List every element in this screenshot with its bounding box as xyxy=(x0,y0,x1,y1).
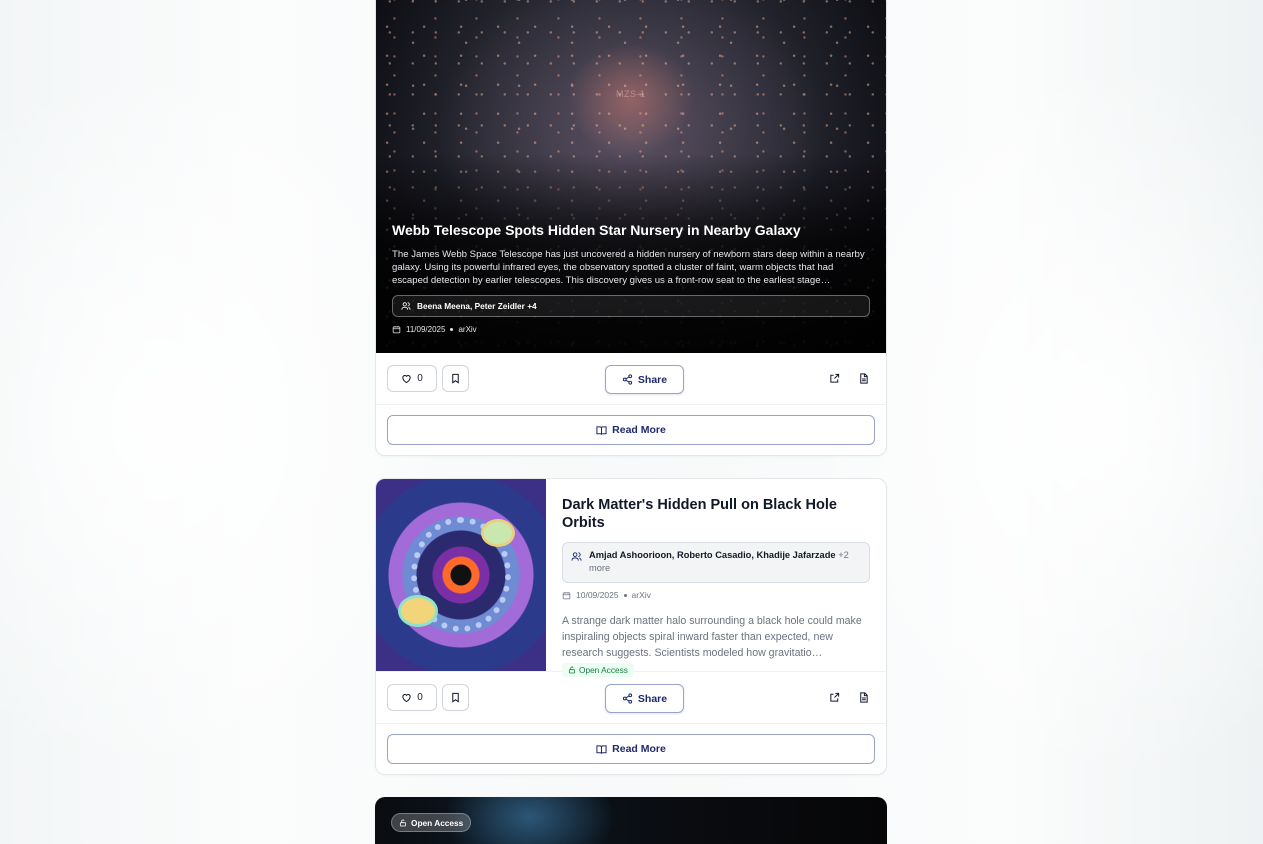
action-bar: 0 Share xyxy=(376,672,886,724)
read-more-row: Read More xyxy=(376,405,886,455)
pdf-button[interactable] xyxy=(856,371,870,385)
book-open-icon xyxy=(596,744,607,755)
meta-separator xyxy=(623,593,627,597)
open-access-badge: Open Access xyxy=(391,813,472,832)
article-title[interactable]: Dark Matter's Hidden Pull on Black Hole … xyxy=(562,496,870,532)
pdf-button[interactable] xyxy=(856,690,870,704)
article-meta: 10/09/2025 arXiv xyxy=(562,590,870,600)
hero-overlay: Webb Telescope Spots Hidden Star Nursery… xyxy=(392,221,870,334)
article-content: Dark Matter's Hidden Pull on Black Hole … xyxy=(546,479,886,677)
share-button[interactable]: Share xyxy=(605,684,684,713)
bookmark-button[interactable] xyxy=(442,684,469,711)
article-hero-image[interactable]: MZS-1 Webb Telescope Spots Hidden Star N… xyxy=(376,0,886,353)
open-access-label: Open Access xyxy=(411,817,464,828)
share-label: Share xyxy=(637,692,668,705)
external-link-icon xyxy=(829,692,840,703)
bookmark-icon xyxy=(450,692,461,703)
external-link-button[interactable] xyxy=(827,690,841,704)
heart-icon xyxy=(401,692,412,703)
article-card[interactable]: Open Access xyxy=(375,797,887,844)
lock-open-icon xyxy=(399,819,407,827)
share-icon xyxy=(622,374,633,385)
bookmark-icon xyxy=(450,373,461,384)
article-source: arXiv xyxy=(458,325,477,334)
like-button[interactable]: 0 xyxy=(387,684,437,711)
authors-box[interactable]: Beena Meena, Peter Zeidler +4 xyxy=(392,295,870,317)
article-card: Dark Matter's Hidden Pull on Black Hole … xyxy=(375,478,887,775)
authors-box[interactable]: Amjad Ashoorioon, Roberto Casadio, Khadi… xyxy=(562,542,870,583)
action-bar: 0 Share xyxy=(376,353,886,405)
authors-list: Beena Meena, Peter Zeidler +4 xyxy=(417,301,537,311)
share-label: Share xyxy=(637,373,668,386)
article-source: arXiv xyxy=(631,590,651,600)
calendar-icon xyxy=(562,591,571,600)
authors-list: Amjad Ashoorioon, Roberto Casadio, Khadi… xyxy=(589,550,836,560)
planet-illustration xyxy=(481,519,515,547)
bookmark-button[interactable] xyxy=(442,365,469,392)
external-link-icon xyxy=(829,373,840,384)
article-summary: A strange dark matter halo surrounding a… xyxy=(562,615,862,659)
article-meta: 11/09/2025 arXiv xyxy=(392,325,870,334)
article-date: 11/09/2025 xyxy=(406,325,446,334)
book-open-icon xyxy=(596,425,607,436)
article-card: MZS-1 Webb Telescope Spots Hidden Star N… xyxy=(375,0,887,456)
planet-illustration xyxy=(398,595,438,627)
image-caption: MZS-1 xyxy=(616,89,646,99)
users-icon xyxy=(401,301,411,311)
read-more-button[interactable]: Read More xyxy=(387,734,875,764)
heart-icon xyxy=(401,373,412,384)
article-date: 10/09/2025 xyxy=(576,590,619,600)
article-summary: The James Webb Space Telescope has just … xyxy=(392,249,865,286)
like-button[interactable]: 0 xyxy=(387,365,437,392)
document-icon xyxy=(858,372,869,384)
share-button[interactable]: Share xyxy=(605,365,684,394)
external-link-button[interactable] xyxy=(827,371,841,385)
read-more-label: Read More xyxy=(612,424,666,436)
article-title[interactable]: Webb Telescope Spots Hidden Star Nursery… xyxy=(392,221,870,239)
like-count: 0 xyxy=(417,692,423,703)
meta-separator xyxy=(450,328,454,331)
article-body: Dark Matter's Hidden Pull on Black Hole … xyxy=(376,479,886,677)
like-count: 0 xyxy=(417,373,423,384)
calendar-icon xyxy=(392,325,401,334)
users-icon xyxy=(571,551,582,562)
read-more-row: Read More xyxy=(376,724,886,774)
share-icon xyxy=(622,693,633,704)
read-more-button[interactable]: Read More xyxy=(387,415,875,445)
document-icon xyxy=(858,691,869,703)
article-thumbnail[interactable] xyxy=(376,479,546,671)
read-more-label: Read More xyxy=(612,743,666,755)
